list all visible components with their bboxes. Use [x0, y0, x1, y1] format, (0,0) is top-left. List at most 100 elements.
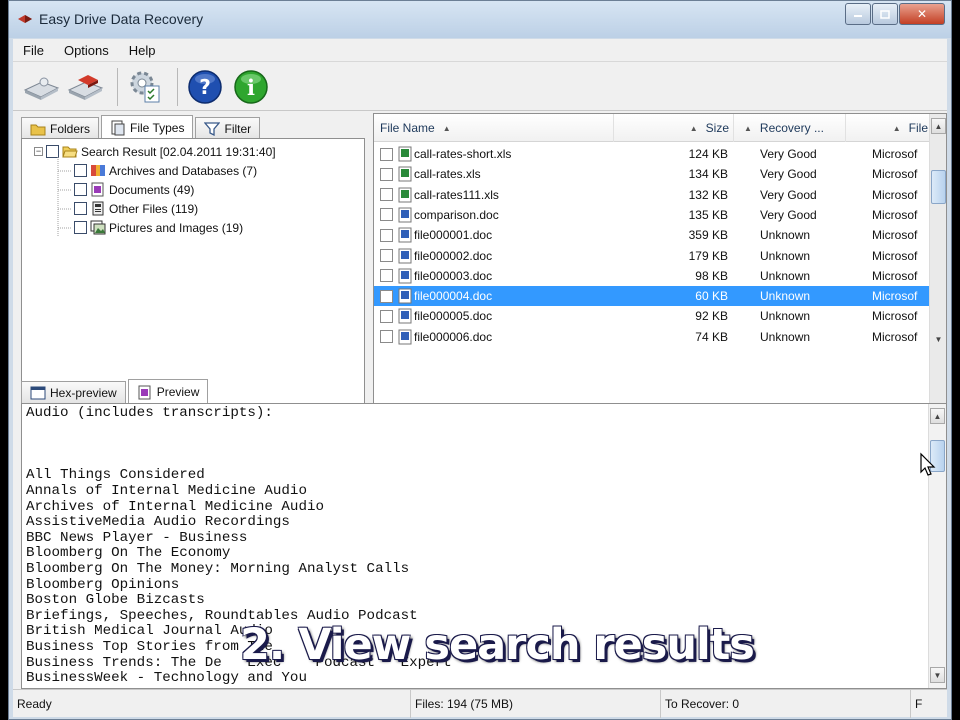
menu-help[interactable]: Help [119, 43, 166, 58]
column-header-size[interactable]: ▲ Size [674, 114, 734, 142]
row-checkbox[interactable] [380, 249, 393, 262]
svg-text:i: i [247, 75, 255, 100]
close-button[interactable]: ✕ [899, 3, 945, 25]
row-checkbox[interactable] [380, 269, 393, 283]
maximize-button[interactable] [872, 3, 898, 25]
menu-file[interactable]: File [13, 43, 54, 58]
recover-drive-button[interactable] [65, 68, 105, 106]
excel-file-icon [398, 166, 412, 182]
recovery-status: Unknown [760, 309, 811, 324]
menu-bar: File Options Help [13, 39, 947, 61]
file-type: Microsof [872, 248, 918, 263]
preview-line [26, 453, 922, 469]
status-state: Ready [13, 690, 411, 718]
word-file-icon [398, 207, 412, 223]
menu-options[interactable]: Options [54, 43, 119, 58]
client-area: Folders File Types Filter − Search Resul… [13, 111, 947, 689]
row-checkbox[interactable] [380, 289, 393, 303]
recovery-status: Unknown [760, 329, 811, 344]
sort-up-icon: ▲ [744, 123, 752, 133]
close-icon: ✕ [916, 7, 928, 21]
file-name: call-rates111.xls [414, 187, 499, 202]
file-type: Microsof [872, 187, 918, 202]
table-row[interactable]: comparison.doc 135 KB Very Good Microsof [374, 205, 930, 225]
minimize-icon [854, 15, 862, 17]
column-header-recovery[interactable]: ▲ Recovery ... [736, 114, 846, 142]
info-icon: i [234, 70, 268, 104]
recovery-status: Unknown [760, 289, 811, 304]
toolbar-separator [177, 68, 178, 106]
word-file-icon [398, 227, 412, 243]
tab-filter[interactable]: Filter [195, 117, 261, 139]
tree-node-archives[interactable]: Archives and Databases (7) [74, 161, 257, 180]
row-checkbox[interactable] [380, 208, 393, 222]
scroll-down-icon[interactable]: ▼ [931, 331, 946, 347]
row-checkbox[interactable] [380, 167, 393, 181]
minimize-button[interactable] [845, 3, 871, 25]
file-type: Microsof [872, 289, 918, 304]
bottom-tab-strip: Hex-preview Preview [21, 378, 210, 404]
tab-label: File Types [130, 121, 185, 135]
row-checkbox[interactable] [380, 228, 393, 242]
table-row[interactable]: call-rates111.xls 132 KB Very Good Microsof [374, 185, 930, 205]
table-row[interactable]: file000003.doc 98 KB Unknown Microsof [374, 266, 930, 286]
preview-line: Bloomberg Opinions [26, 576, 180, 593]
scroll-down-icon[interactable]: ▼ [930, 667, 945, 683]
file-type: Microsof [872, 147, 918, 161]
table-row[interactable]: file000001.doc 359 KB Unknown Microsof [374, 225, 930, 245]
other-files-icon [92, 201, 104, 216]
status-bar: Ready Files: 194 (75 MB) To Recover: 0 F [13, 689, 947, 718]
column-header-file-name[interactable]: File Name ▲ [374, 114, 614, 142]
app-window: Easy Drive Data Recovery ✕ File Options … [8, 0, 952, 720]
table-row[interactable]: file000005.doc 92 KB Unknown Microsof [374, 306, 930, 326]
recovery-status: Unknown [760, 268, 811, 283]
scroll-up-icon[interactable]: ▲ [930, 408, 945, 424]
word-file-icon [398, 288, 412, 304]
tab-folders[interactable]: Folders [21, 117, 100, 139]
row-checkbox[interactable] [380, 188, 393, 202]
tree-node-other-files[interactable]: Other Files (119) [74, 199, 198, 218]
document-icon [91, 182, 104, 197]
column-header-file-type[interactable]: ▲ File [852, 114, 932, 142]
sort-up-icon: ▲ [892, 123, 901, 133]
file-name: file000005.doc [414, 309, 493, 324]
app-logo-icon [18, 15, 32, 23]
word-file-icon [398, 248, 412, 263]
file-type: Microsof [872, 167, 918, 182]
tree-node-pictures[interactable]: Pictures and Images (19) [74, 218, 243, 237]
title-bar[interactable]: Easy Drive Data Recovery ✕ [9, 1, 951, 38]
file-size: 124 KB [688, 147, 728, 161]
file-name: file000003.doc [414, 268, 493, 283]
info-button[interactable]: i [231, 68, 271, 106]
scrollbar-thumb[interactable] [931, 170, 946, 204]
table-row[interactable]: file000004.doc 60 KB Unknown Microsof [374, 286, 930, 307]
preview-line [26, 437, 922, 453]
row-checkbox[interactable] [380, 309, 393, 323]
table-row[interactable]: file000002.doc 179 KB Unknown Microsof [374, 246, 930, 266]
row-checkbox[interactable] [380, 147, 393, 161]
scroll-up-icon[interactable]: ▲ [931, 118, 946, 134]
row-checkbox[interactable] [380, 330, 393, 344]
table-row[interactable]: call-rates.xls 134 KB Very Good Microsof [374, 164, 930, 184]
scan-drive-button[interactable] [21, 68, 61, 106]
file-size: 60 KB [695, 289, 728, 304]
word-file-icon [398, 268, 412, 284]
file-size: 92 KB [695, 309, 728, 324]
file-name: file000006.doc [414, 329, 493, 344]
file-size: 134 KB [688, 167, 728, 182]
table-row[interactable]: file000006.doc 74 KB Unknown Microsof [374, 327, 930, 347]
tree-node-documents[interactable]: Documents (49) [74, 180, 194, 199]
help-button[interactable]: ? [185, 68, 225, 106]
status-extra: F [915, 697, 923, 711]
tab-file-types[interactable]: File Types [101, 115, 194, 140]
tab-hex-preview[interactable]: Hex-preview [21, 381, 126, 403]
tab-preview[interactable]: Preview [127, 379, 209, 404]
left-tab-strip: Folders File Types Filter [21, 114, 262, 140]
excel-file-icon [398, 146, 412, 162]
preview-vertical-scrollbar[interactable]: ▲ ▼ [928, 404, 946, 688]
settings-button[interactable] [125, 68, 165, 106]
file-size: 98 KB [695, 268, 728, 283]
excel-file-icon [398, 187, 412, 203]
table-row[interactable]: call-rates-short.xls 124 KB Very Good Micro… [374, 144, 930, 164]
archive-icon [91, 165, 105, 176]
